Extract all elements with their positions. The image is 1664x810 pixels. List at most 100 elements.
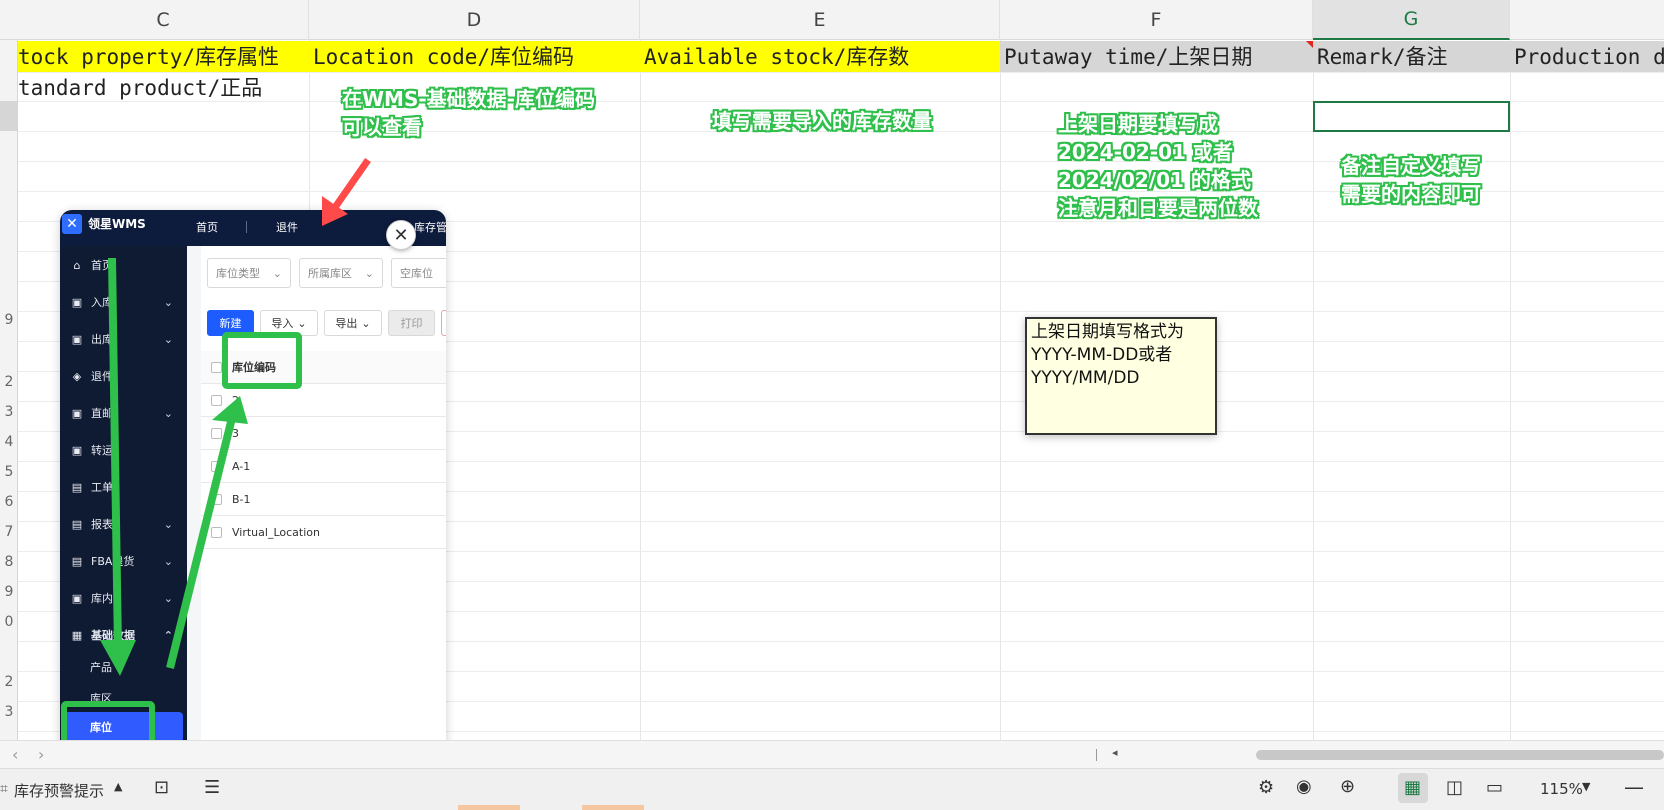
button-label: 导出 (335, 317, 358, 330)
row-number[interactable]: 7 (0, 524, 18, 540)
close-icon[interactable]: ✕ (386, 220, 416, 250)
row-checkbox[interactable] (211, 427, 222, 439)
sidebar-subitem-product[interactable]: 产品 (60, 652, 187, 682)
sheet-list-icon[interactable]: ☰ (204, 777, 220, 798)
note-putaway-line1: 上架日期要填写成 (1058, 112, 1218, 136)
work-order-icon: ▤ (71, 480, 83, 494)
header-cell-g[interactable]: Remark/备注 (1317, 43, 1507, 71)
row-checkbox[interactable] (211, 493, 222, 505)
sidebar-item-home[interactable]: ⌂ 首页 (60, 250, 187, 280)
header-cell-c[interactable]: tock property/库存属性 (18, 43, 308, 71)
table-row[interactable]: 3 (201, 417, 446, 450)
wms-tab-return[interactable]: 退件 (276, 219, 298, 235)
warehouse-icon: ▣ (71, 591, 83, 605)
taskbar-marker (458, 805, 520, 810)
chevron-down-icon: ⌄ (163, 517, 173, 531)
cell-comment-popup[interactable]: 上架日期填写格式为 YYYY-MM-DD或者 YYYY/MM/DD (1025, 317, 1217, 435)
chevron-down-icon: ⌄ (163, 295, 173, 309)
header-cell-f[interactable]: Putaway time/上架日期 (1004, 43, 1311, 71)
sidebar-item-direct-mail[interactable]: ▣ 直邮 ⌄ (60, 398, 187, 428)
row-number[interactable]: 3 (0, 704, 18, 720)
sidebar-label: 报表 (91, 518, 113, 531)
caret-up-icon[interactable]: ▲ (114, 780, 122, 793)
selected-cell[interactable] (1313, 101, 1510, 132)
row-number[interactable]: 6 (0, 494, 18, 510)
column-header-g[interactable]: G (1313, 0, 1510, 40)
sidebar-item-inbound[interactable]: ▣ 入库 ⌄ (60, 287, 187, 317)
row-number[interactable]: 2 (0, 674, 18, 690)
sidebar-item-report[interactable]: ▤ 报表 ⌄ (60, 509, 187, 539)
grid-line (1313, 40, 1314, 740)
page-break-icon[interactable]: ▭ (1486, 777, 1503, 798)
chevron-down-icon[interactable]: ▼ (1582, 780, 1590, 793)
header-cell-d[interactable]: Location code/库位编码 (313, 43, 638, 71)
zoom-out-icon[interactable]: — (1624, 775, 1644, 799)
chevron-up-icon: ⌃ (163, 628, 173, 642)
filter-label: 空库位 (400, 267, 433, 280)
row-checkbox[interactable] (211, 394, 222, 406)
column-header-e[interactable]: E (640, 0, 1000, 40)
transfer-icon: ▣ (71, 443, 83, 457)
row-number[interactable]: 0 (0, 614, 18, 630)
sidebar-item-transfer[interactable]: ▣ 转运 (60, 435, 187, 465)
zoom-level[interactable]: 115% (1540, 780, 1583, 798)
chevron-down-icon: ⌄ (163, 591, 173, 605)
scroll-right-icon[interactable]: › (38, 745, 44, 764)
scroll-left-arrow-icon[interactable]: ◂ (1112, 746, 1118, 759)
select-all-checkbox[interactable] (211, 361, 222, 373)
sidebar-item-fba-return[interactable]: ▤ FBA退货 ⌄ (60, 546, 187, 576)
sidebar-label: 退件 (91, 370, 113, 383)
header-cell-h[interactable]: Production da (1514, 43, 1664, 71)
eye-icon[interactable]: ◉ (1296, 776, 1312, 797)
freeze-icon[interactable]: ⊕ (1340, 776, 1355, 797)
header-cell-e[interactable]: Available stock/库存数 (644, 43, 998, 71)
row-checkbox[interactable] (211, 460, 222, 472)
table-row[interactable]: B-1 (201, 483, 446, 516)
row-number[interactable]: 9 (0, 584, 18, 600)
horizontal-scrollbar-thumb[interactable] (1256, 750, 1664, 760)
sidebar-item-base-data[interactable]: ▦ 基础数据 ⌃ (60, 620, 187, 650)
sidebar-item-work-order[interactable]: ▤ 工单 (60, 472, 187, 502)
sidebar-label: 基础数据 (91, 629, 135, 642)
column-header-f[interactable]: F (1000, 0, 1313, 40)
column-header-c[interactable]: C (18, 0, 309, 40)
print-button[interactable]: 打印 (388, 310, 435, 336)
data-cell-c1[interactable]: tandard product/正品 (18, 74, 308, 102)
scroll-left-icon[interactable]: ‹ (12, 745, 18, 764)
note-stock-qty: 填写需要导入的库存数量 (712, 109, 932, 133)
note-putaway-line4: 注意月和日要是两位数 (1058, 196, 1258, 220)
note-remark-line1: 备注自定义填写 (1341, 154, 1481, 178)
grid-line (1510, 40, 1511, 740)
sidebar-item-in-warehouse[interactable]: ▣ 库内 ⌄ (60, 583, 187, 613)
export-button[interactable]: 导出 ⌄ (324, 310, 382, 336)
macro-icon[interactable]: ⊡ (154, 777, 169, 798)
page-layout-icon[interactable]: ◫ (1446, 777, 1463, 798)
row-number[interactable]: 8 (0, 554, 18, 570)
table-row[interactable]: Virtual_Location (201, 516, 446, 549)
inventory-warning-tab[interactable]: 库存预警提示 (14, 780, 104, 801)
sidebar-item-return[interactable]: ◈ 退件 (60, 361, 187, 391)
settings-icon[interactable]: ⚙ (1258, 777, 1274, 798)
sidebar-label: 库内 (91, 592, 113, 605)
wms-main-panel: 库位类型 ⌄ 所属库区 ⌄ 空库位 新建 导入 ⌄ 导出 ⌄ 打印 库位编码 2 3 A… (187, 246, 446, 768)
row-number[interactable]: 2 (0, 374, 18, 390)
column-header-d[interactable]: D (309, 0, 640, 40)
chevron-down-icon: ⌄ (163, 406, 173, 420)
row-number[interactable]: 3 (0, 404, 18, 420)
sidebar-item-outbound[interactable]: ▣ 出库 ⌄ (60, 324, 187, 354)
filter-location-type[interactable]: 库位类型 ⌄ (207, 258, 291, 288)
table-row[interactable]: A-1 (201, 450, 446, 483)
row-number[interactable]: 4 (0, 434, 18, 450)
home-icon: ⌂ (73, 258, 81, 272)
row-number[interactable]: 5 (0, 464, 18, 480)
more-button[interactable] (441, 310, 446, 336)
filter-empty-location[interactable]: 空库位 (391, 258, 446, 288)
wms-tab-home[interactable]: 首页 (196, 219, 218, 235)
filter-zone[interactable]: 所属库区 ⌄ (299, 258, 383, 288)
row-checkbox[interactable] (211, 526, 222, 538)
row-number[interactable]: 9 (0, 312, 18, 328)
comment-line: 上架日期填写格式为 (1031, 322, 1184, 342)
comment-line: YYYY/MM/DD (1031, 368, 1140, 388)
grid-line (640, 40, 641, 740)
wms-tab-inventory[interactable]: 库存管理 (414, 219, 446, 235)
